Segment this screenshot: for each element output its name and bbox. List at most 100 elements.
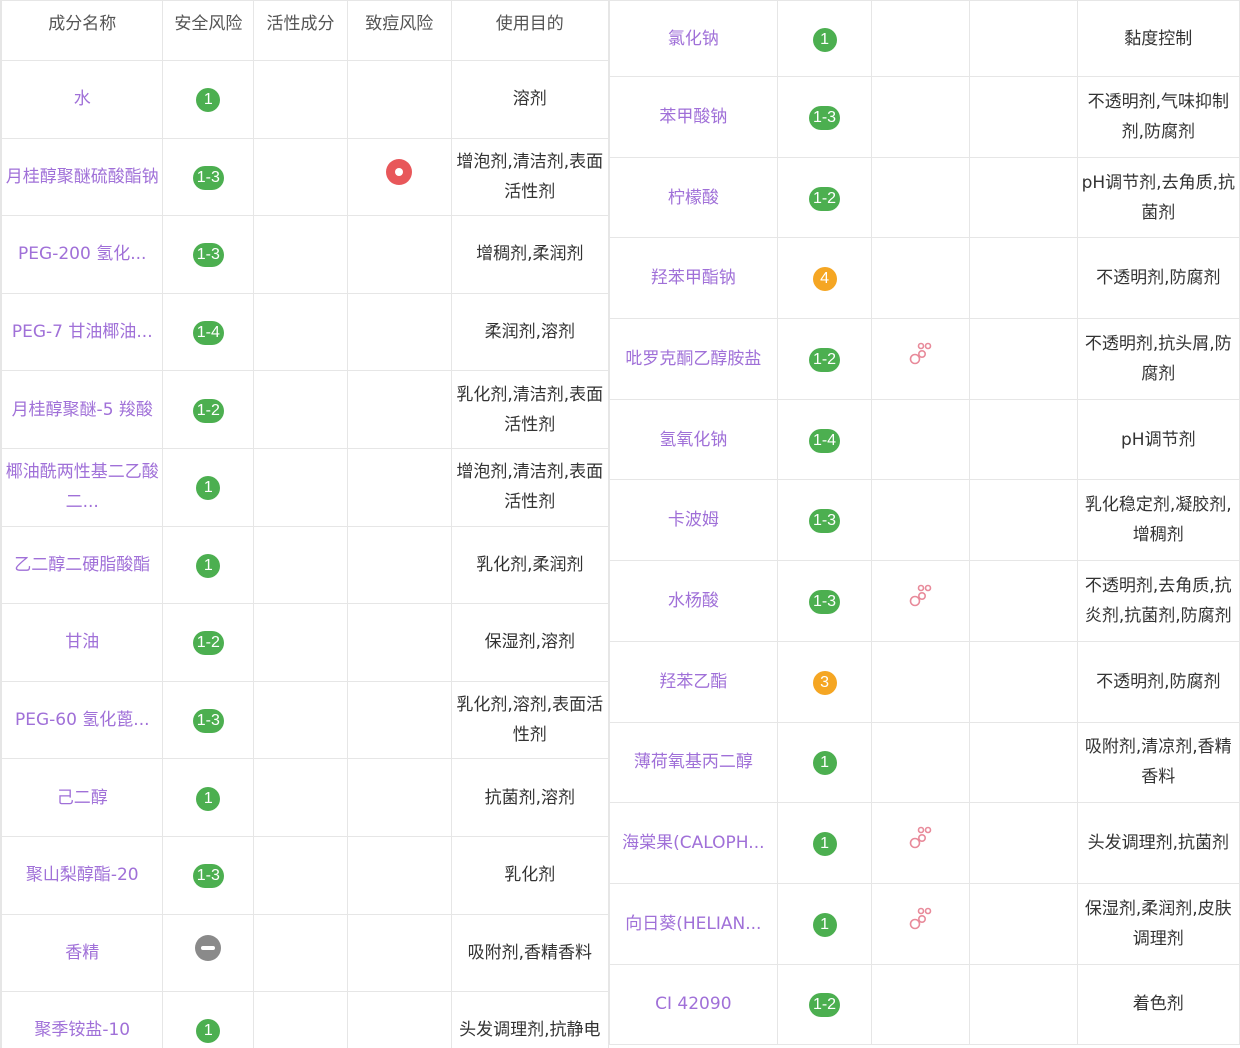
active-cell xyxy=(254,526,348,604)
ingredient-name-link[interactable]: 卡波姆 xyxy=(610,480,778,561)
ingredient-name-link[interactable]: 羟苯甲酯钠 xyxy=(610,238,778,319)
ingredient-name-link[interactable]: 月桂醇聚醚硫酸酯钠 xyxy=(2,138,163,216)
ingredient-name-link[interactable]: 氢氧化钠 xyxy=(610,399,778,480)
acne-cell xyxy=(970,238,1078,319)
table-row[interactable]: 聚季铵盐-10 1 头发调理剂,抗静电 xyxy=(2,992,609,1048)
ingredient-name-link[interactable]: 椰油酰两性基二乙酸二... xyxy=(2,448,163,526)
active-ingredient-icon xyxy=(907,353,935,373)
acne-cell xyxy=(347,836,451,914)
ingredient-name-link[interactable]: 柠檬酸 xyxy=(610,157,778,238)
ingredient-name-link[interactable]: 吡罗克酮乙醇胺盐 xyxy=(610,319,778,400)
header-acne: 致痘风险 xyxy=(347,1,451,61)
table-row[interactable]: 向日葵(HELIAN... 1 保湿剂,柔润剂,皮肤调理剂 xyxy=(610,883,1240,964)
ingredient-name-link[interactable]: PEG-60 氢化蓖... xyxy=(2,681,163,759)
ingredient-name-link[interactable]: 香精 xyxy=(2,914,163,992)
ingredient-name-link[interactable]: 水杨酸 xyxy=(610,561,778,642)
active-cell xyxy=(872,1,970,77)
table-row[interactable]: 羟苯甲酯钠 4 不透明剂,防腐剂 xyxy=(610,238,1240,319)
active-cell xyxy=(254,448,348,526)
table-row[interactable]: 吡罗克酮乙醇胺盐 1-2 不透明剂,抗头屑,防腐剂 xyxy=(610,319,1240,400)
ingredient-name-link[interactable]: PEG-200 氢化... xyxy=(2,216,163,294)
ingredient-name-link[interactable]: 氯化钠 xyxy=(610,1,778,77)
ingredient-name-link[interactable]: 向日葵(HELIAN... xyxy=(610,883,778,964)
table-row[interactable]: 月桂醇聚醚-5 羧酸 1-2 乳化剂,清洁剂,表面活性剂 xyxy=(2,371,609,449)
acne-cell xyxy=(970,399,1078,480)
ingredient-name-link[interactable]: 甘油 xyxy=(2,604,163,682)
active-cell xyxy=(254,759,348,837)
safety-cell: 1 xyxy=(163,992,254,1048)
acne-cell xyxy=(970,157,1078,238)
usage-purpose: 黏度控制 xyxy=(1077,1,1239,77)
active-ingredient-icon xyxy=(907,837,935,857)
safety-badge: 1 xyxy=(813,28,837,52)
usage-purpose: pH调节剂 xyxy=(1077,399,1239,480)
table-row[interactable]: 水杨酸 1-3 不透明剂,去角质,抗炎剂,抗菌剂,防腐剂 xyxy=(610,561,1240,642)
table-row[interactable]: 柠檬酸 1-2 pH调节剂,去角质,抗菌剂 xyxy=(610,157,1240,238)
table-row[interactable]: 薄荷氧基丙二醇 1 吸附剂,清凉剂,香精香料 xyxy=(610,722,1240,803)
ingredient-name-link[interactable]: 羟苯乙酯 xyxy=(610,641,778,722)
table-row[interactable]: 卡波姆 1-3 乳化稳定剂,凝胶剂,增稠剂 xyxy=(610,480,1240,561)
active-ingredient-icon xyxy=(907,595,935,615)
acne-cell xyxy=(970,964,1078,1045)
ingredient-name-link[interactable]: 苯甲酸钠 xyxy=(610,77,778,158)
active-cell xyxy=(872,964,970,1045)
safety-cell: 1-3 xyxy=(163,138,254,216)
ingredient-name-link[interactable]: 聚季铵盐-10 xyxy=(2,992,163,1048)
table-row[interactable]: 氯化钠 1 黏度控制 xyxy=(610,1,1240,77)
acne-cell xyxy=(970,319,1078,400)
safety-cell: 1-2 xyxy=(777,319,872,400)
table-row[interactable]: 月桂醇聚醚硫酸酯钠 1-3 增泡剂,清洁剂,表面活性剂 xyxy=(2,138,609,216)
safety-badge: 1-3 xyxy=(809,106,840,130)
usage-purpose: 增稠剂,柔润剂 xyxy=(451,216,608,294)
ingredient-name-link[interactable]: 己二醇 xyxy=(2,759,163,837)
table-row[interactable]: 椰油酰两性基二乙酸二... 1 增泡剂,清洁剂,表面活性剂 xyxy=(2,448,609,526)
safety-badge: 1-3 xyxy=(193,243,224,267)
acne-cell xyxy=(347,759,451,837)
ingredient-name-link[interactable]: CI 42090 xyxy=(610,964,778,1045)
safety-cell: 1-2 xyxy=(777,964,872,1045)
table-row[interactable]: CI 42090 1-2 着色剂 xyxy=(610,964,1240,1045)
usage-purpose: 不透明剂,抗头屑,防腐剂 xyxy=(1077,319,1239,400)
table-header: 成分名称 安全风险 活性成分 致痘风险 使用目的 xyxy=(2,1,609,61)
acne-cell xyxy=(970,803,1078,884)
table-row[interactable]: 乙二醇二硬脂酸酯 1 乳化剂,柔润剂 xyxy=(2,526,609,604)
safety-badge: 1-2 xyxy=(809,348,840,372)
safety-badge: 4 xyxy=(813,267,837,291)
ingredient-table-right: 氯化钠 1 黏度控制苯甲酸钠 1-3 不透明剂,气味抑制剂,防腐剂柠檬酸 1-2… xyxy=(608,0,1240,1048)
active-cell xyxy=(872,722,970,803)
usage-purpose: 头发调理剂,抗静电 xyxy=(451,992,608,1048)
safety-cell: 1-2 xyxy=(163,371,254,449)
table-row[interactable]: 香精 吸附剂,香精香料 xyxy=(2,914,609,992)
active-cell xyxy=(254,293,348,371)
usage-purpose: 乳化剂,溶剂,表面活性剂 xyxy=(451,681,608,759)
ingredient-name-link[interactable]: 聚山梨醇酯-20 xyxy=(2,836,163,914)
active-cell xyxy=(254,836,348,914)
ingredient-name-link[interactable]: PEG-7 甘油椰油... xyxy=(2,293,163,371)
table-row[interactable]: 甘油 1-2 保湿剂,溶剂 xyxy=(2,604,609,682)
table-row[interactable]: PEG-7 甘油椰油... 1-4 柔润剂,溶剂 xyxy=(2,293,609,371)
usage-purpose: 抗菌剂,溶剂 xyxy=(451,759,608,837)
table-row[interactable]: 海棠果(CALOPH... 1 头发调理剂,抗菌剂 xyxy=(610,803,1240,884)
usage-purpose: 不透明剂,防腐剂 xyxy=(1077,641,1239,722)
safety-cell: 1-3 xyxy=(163,836,254,914)
acne-cell xyxy=(347,914,451,992)
ingredient-name-link[interactable]: 海棠果(CALOPH... xyxy=(610,803,778,884)
table-row[interactable]: PEG-200 氢化... 1-3 增稠剂,柔润剂 xyxy=(2,216,609,294)
table-row[interactable]: 聚山梨醇酯-20 1-3 乳化剂 xyxy=(2,836,609,914)
table-row[interactable]: 氢氧化钠 1-4 pH调节剂 xyxy=(610,399,1240,480)
table-row[interactable]: PEG-60 氢化蓖... 1-3 乳化剂,溶剂,表面活性剂 xyxy=(2,681,609,759)
acne-cell xyxy=(970,883,1078,964)
table-row[interactable]: 羟苯乙酯 3 不透明剂,防腐剂 xyxy=(610,641,1240,722)
table-row[interactable]: 水 1 溶剂 xyxy=(2,61,609,139)
ingredient-name-link[interactable]: 薄荷氧基丙二醇 xyxy=(610,722,778,803)
table-row[interactable]: 己二醇 1 抗菌剂,溶剂 xyxy=(2,759,609,837)
safety-badge: 1 xyxy=(196,554,220,578)
table-row[interactable]: 苯甲酸钠 1-3 不透明剂,气味抑制剂,防腐剂 xyxy=(610,77,1240,158)
safety-cell: 1 xyxy=(777,1,872,77)
acne-cell xyxy=(347,293,451,371)
active-cell xyxy=(872,157,970,238)
ingredient-name-link[interactable]: 月桂醇聚醚-5 羧酸 xyxy=(2,371,163,449)
ingredient-name-link[interactable]: 水 xyxy=(2,61,163,139)
ingredient-name-link[interactable]: 乙二醇二硬脂酸酯 xyxy=(2,526,163,604)
acne-cell xyxy=(970,722,1078,803)
